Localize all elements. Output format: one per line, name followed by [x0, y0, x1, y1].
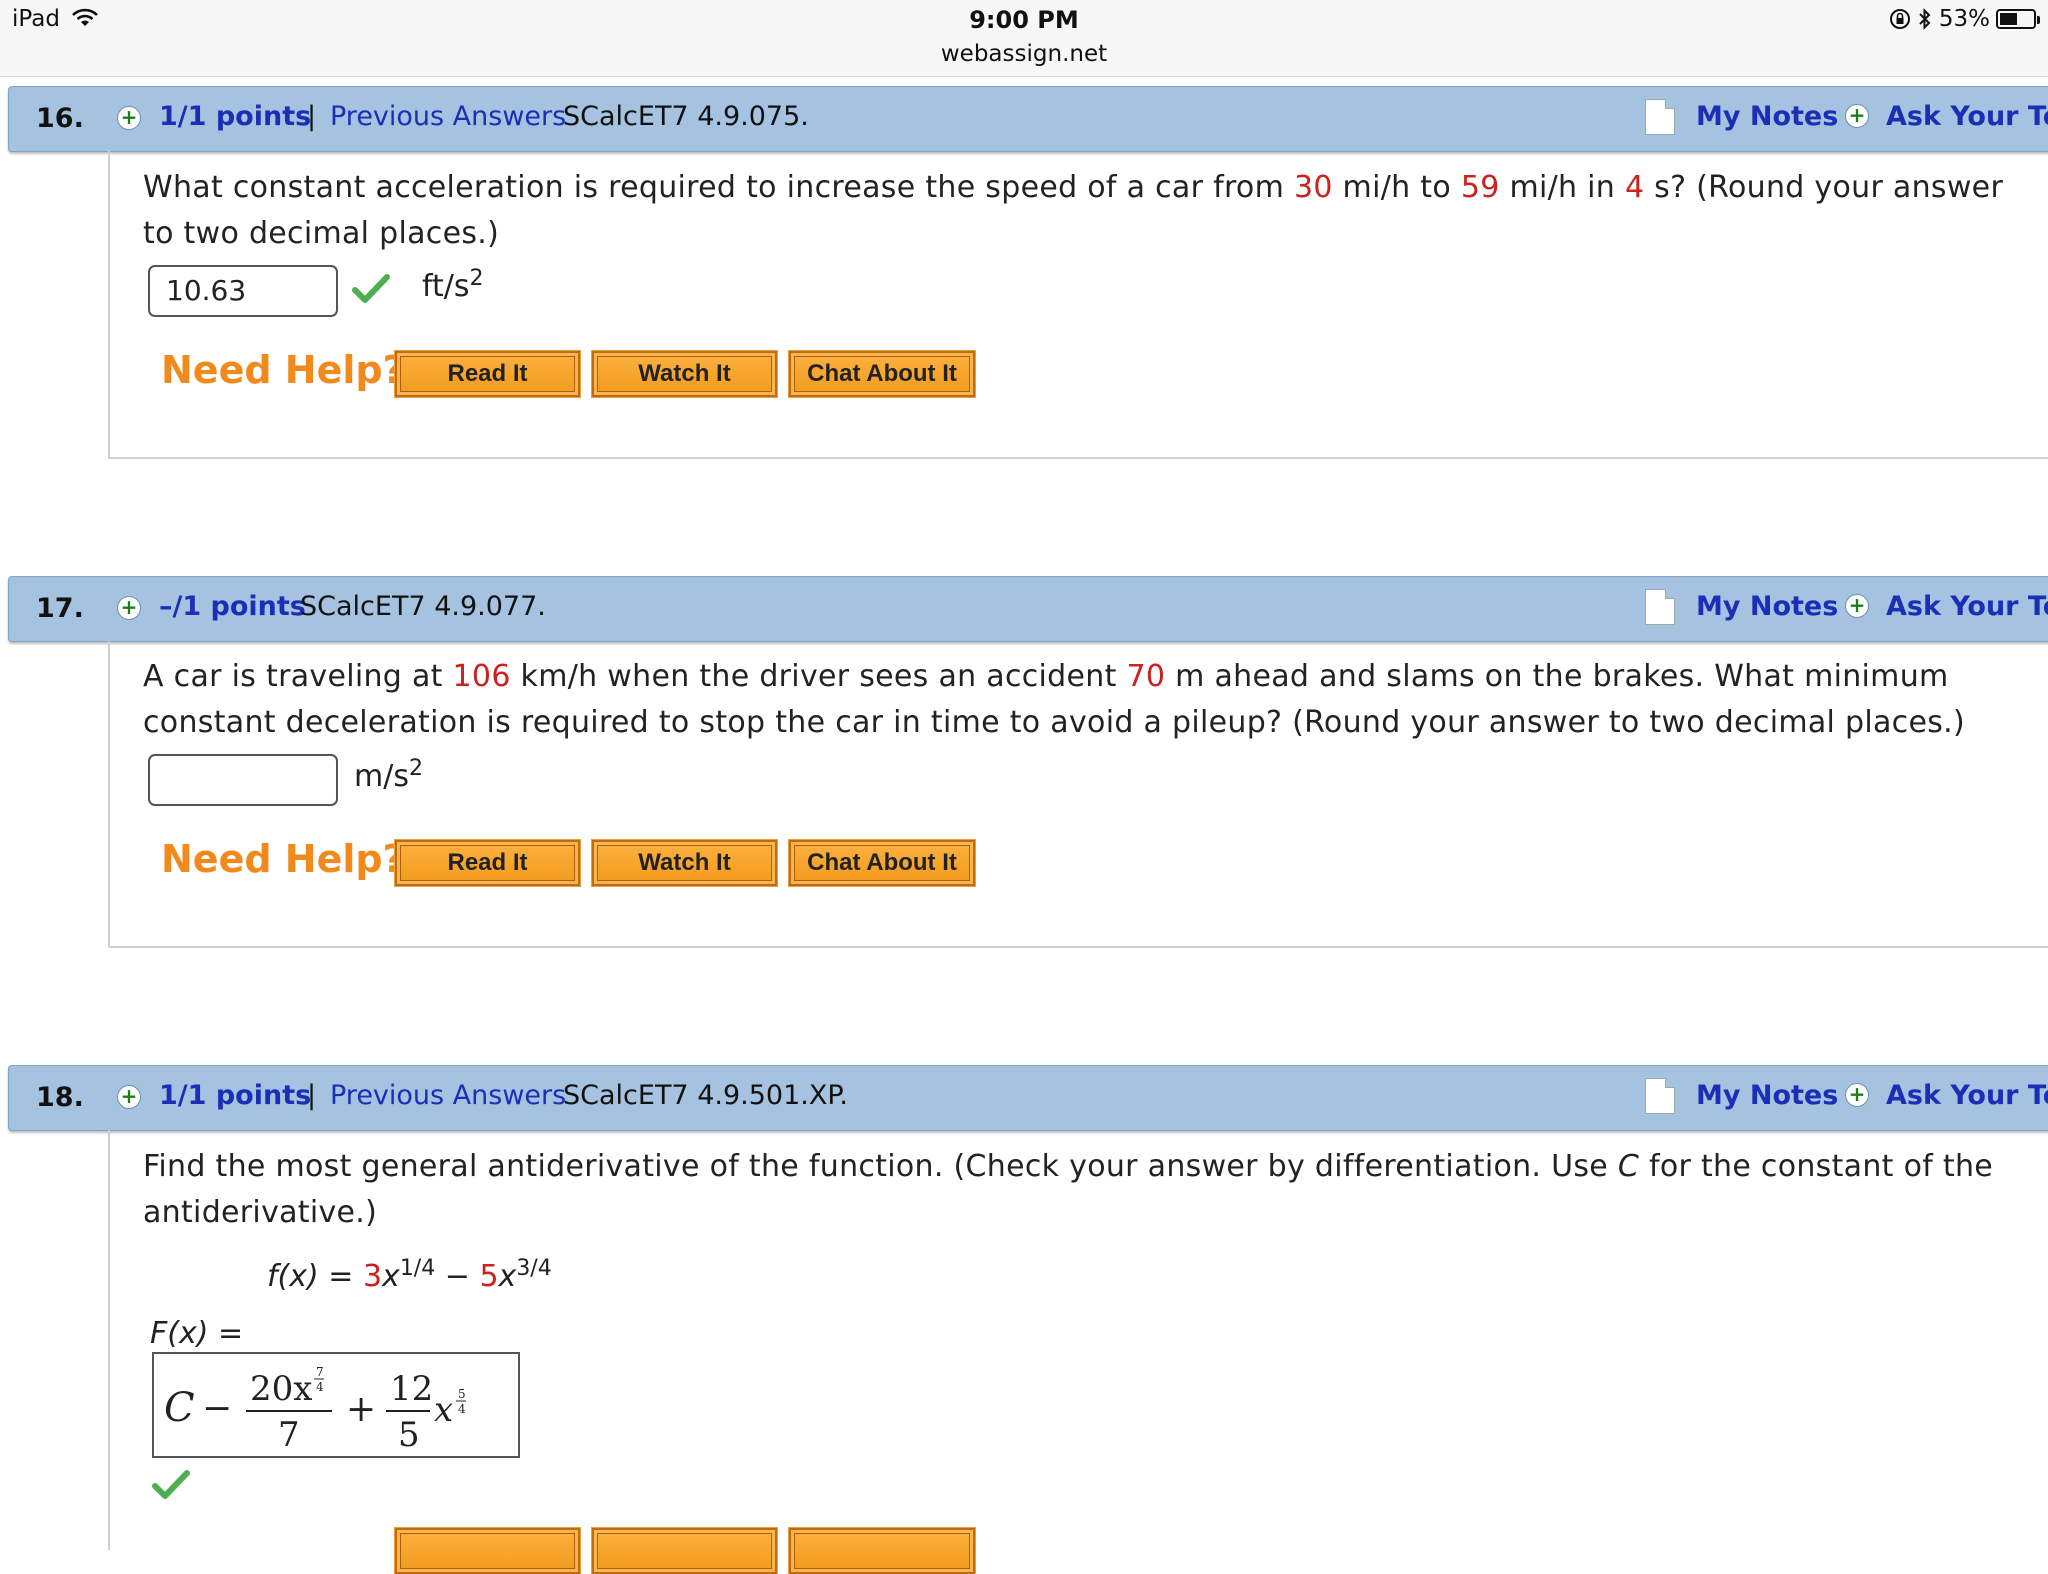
- points-link[interactable]: –/1 points: [159, 591, 306, 622]
- math-answer-input[interactable]: C − 20x 7 4 7 + 12 5 x 5 4: [152, 1352, 520, 1458]
- text: What constant acceleration is required t…: [143, 170, 1294, 205]
- text: km/h when the driver sees an accident: [510, 659, 1127, 694]
- previous-answers-link[interactable]: Previous Answers: [330, 1080, 566, 1111]
- read-it-button[interactable]: Read It: [394, 350, 581, 398]
- my-notes-link[interactable]: My Notes: [1696, 591, 1838, 622]
- ask-teacher-link[interactable]: Ask Your Tea: [1886, 101, 2048, 132]
- exponent-1: 1/4: [399, 1256, 436, 1281]
- expand-plus-icon[interactable]: +: [117, 596, 141, 620]
- need-help-label: Need Help?: [161, 837, 405, 881]
- exponent-2: 3/4: [516, 1256, 552, 1281]
- question-header-18: 18. + 1/1 points | Previous Answers SCal…: [8, 1065, 2048, 1131]
- value-red: 106: [452, 659, 511, 694]
- svg-text:4: 4: [458, 1402, 466, 1416]
- battery-percent: 53%: [1938, 6, 1990, 32]
- text: Find the most general antiderivative of …: [143, 1149, 1618, 1184]
- text: A car is traveling at: [143, 659, 453, 694]
- read-it-button-partial[interactable]: [394, 1527, 581, 1574]
- correct-check-icon: [352, 274, 390, 303]
- status-indicators: 53%: [1889, 6, 2040, 32]
- question-text: Find the most general antiderivative of …: [143, 1144, 2033, 1236]
- svg-text:12: 12: [390, 1369, 433, 1409]
- text: mi/h to: [1332, 170, 1461, 205]
- question-reference: SCalcET7 4.9.077.: [300, 591, 546, 622]
- answer-input[interactable]: 10.63: [148, 265, 338, 317]
- function-lhs: f(x) =: [267, 1259, 354, 1294]
- variable: x: [382, 1259, 400, 1294]
- points-link[interactable]: 1/1 points: [159, 101, 311, 132]
- ask-plus-icon[interactable]: +: [1845, 594, 1869, 618]
- minus-sign: −: [444, 1259, 470, 1294]
- watch-it-button[interactable]: Watch It: [591, 839, 778, 887]
- question-header-17: 17. + –/1 points SCalcET7 4.9.077. My No…: [8, 576, 2048, 642]
- watch-it-button[interactable]: Watch It: [591, 350, 778, 398]
- question-text: A car is traveling at 106 km/h when the …: [143, 654, 2033, 746]
- coefficient-1: 3: [362, 1259, 383, 1294]
- constant-c: C: [1617, 1149, 1640, 1184]
- text: mi/h in: [1499, 170, 1625, 205]
- ask-plus-icon[interactable]: +: [1845, 104, 1869, 128]
- question-header-16: 16. + 1/1 points | Previous Answers SCal…: [8, 86, 2048, 152]
- antiderivative-label: F(x) =: [150, 1316, 244, 1351]
- ask-plus-icon[interactable]: +: [1845, 1083, 1869, 1107]
- clock: 9:00 PM: [969, 6, 1079, 34]
- my-notes-link[interactable]: My Notes: [1696, 1080, 1838, 1111]
- question-number: 18.: [36, 1082, 84, 1113]
- separator: |: [307, 101, 317, 132]
- notes-icon[interactable]: [1645, 1078, 1675, 1114]
- bluetooth-icon: [1919, 8, 1931, 30]
- value-red: 4: [1624, 170, 1645, 205]
- answer-input[interactable]: [148, 754, 338, 806]
- question-number: 16.: [36, 103, 84, 134]
- rotation-lock-icon: [1889, 9, 1910, 29]
- question-number: 17.: [36, 593, 84, 624]
- ask-teacher-link[interactable]: Ask Your Tea: [1886, 591, 2048, 622]
- notes-icon[interactable]: [1645, 589, 1675, 625]
- coefficient-2: 5: [479, 1259, 499, 1294]
- svg-text:4: 4: [316, 1380, 324, 1394]
- correct-check-icon: [152, 1470, 190, 1499]
- value-red: 70: [1126, 659, 1166, 694]
- ios-status-bar: iPad 9:00 PM webassign.net 53%: [0, 0, 2048, 77]
- question-text: What constant acceleration is required t…: [143, 165, 2033, 257]
- math-expression: C − 20x 7 4 7 + 12 5 x 5 4: [164, 1365, 466, 1455]
- previous-answers-link[interactable]: Previous Answers: [330, 101, 566, 132]
- unit-label: ft/s2: [422, 266, 484, 304]
- expand-plus-icon[interactable]: +: [117, 1085, 141, 1109]
- notes-icon[interactable]: [1645, 99, 1675, 135]
- variable: x: [498, 1259, 517, 1294]
- watch-it-button-partial[interactable]: [591, 1527, 778, 1574]
- svg-text:−: −: [202, 1388, 232, 1429]
- separator: |: [307, 1080, 317, 1111]
- battery-icon: [1996, 9, 2040, 29]
- unit-label: m/s2: [354, 756, 423, 794]
- svg-text:C: C: [164, 1385, 195, 1431]
- address-bar[interactable]: webassign.net: [0, 41, 2048, 67]
- ask-teacher-link[interactable]: Ask Your Tea: [1886, 1080, 2048, 1111]
- svg-text:x: x: [434, 1390, 453, 1430]
- svg-text:7: 7: [278, 1415, 300, 1455]
- need-help-label: Need Help?: [161, 348, 405, 392]
- svg-text:7: 7: [316, 1365, 324, 1379]
- points-link[interactable]: 1/1 points: [159, 1080, 311, 1111]
- svg-text:5: 5: [398, 1415, 420, 1455]
- svg-text:20x: 20x: [250, 1369, 312, 1409]
- svg-text:5: 5: [458, 1387, 466, 1401]
- svg-text:+: +: [346, 1389, 376, 1430]
- expand-plus-icon[interactable]: +: [117, 106, 141, 130]
- chat-about-it-button-partial[interactable]: [788, 1527, 976, 1574]
- question-reference: SCalcET7 4.9.501.XP.: [563, 1080, 848, 1111]
- chat-about-it-button[interactable]: Chat About It: [788, 350, 976, 398]
- function-definition: f(x) = 3x1/4 − 5x3/4: [267, 1256, 552, 1294]
- chat-about-it-button[interactable]: Chat About It: [788, 839, 976, 887]
- read-it-button[interactable]: Read It: [394, 839, 581, 887]
- value-red: 59: [1460, 170, 1500, 205]
- question-reference: SCalcET7 4.9.075.: [563, 101, 809, 132]
- my-notes-link[interactable]: My Notes: [1696, 101, 1838, 132]
- value-red: 30: [1293, 170, 1333, 205]
